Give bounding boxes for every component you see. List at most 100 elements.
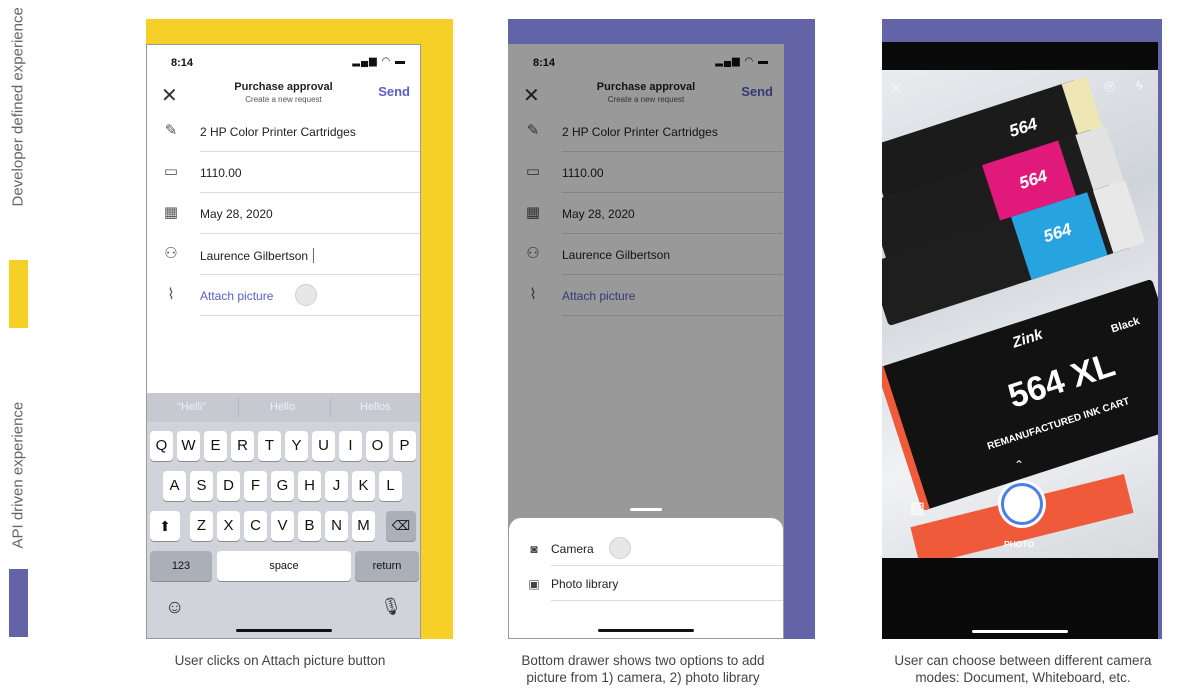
form-header: ✕ Purchase approval Create a new request… — [147, 79, 420, 109]
bottom-drawer: ◙ Camera ▣ Photo library — [509, 508, 783, 638]
space-key[interactable]: space — [217, 551, 351, 581]
flash-icon[interactable]: ϟ — [1136, 78, 1143, 93]
drawer-grabber[interactable] — [630, 508, 662, 511]
tap-indicator — [295, 284, 317, 306]
developer-experience-label: Developer defined experience — [9, 7, 27, 207]
mode-document[interactable]: DOCUMENT — [1049, 539, 1098, 549]
shutter-button[interactable] — [1001, 483, 1043, 525]
camera-screen: 564 564 564 Zink 564 XL Black REMANUFACT… — [882, 42, 1158, 639]
photo-library-icon: ▣ — [528, 577, 540, 591]
key-a[interactable]: A — [163, 471, 186, 501]
gallery-icon[interactable]: ▨ — [910, 498, 925, 518]
suggestion-item[interactable]: Hellos — [360, 401, 391, 413]
caption-2-line-2: picture from 1) camera, 2) photo library — [526, 670, 760, 685]
shift-key[interactable]: ⬆ — [150, 511, 180, 541]
key-d[interactable]: D — [217, 471, 240, 501]
cartridge-label: 564 — [1006, 114, 1040, 141]
key-l[interactable]: L — [379, 471, 402, 501]
camera-switch-icon[interactable]: ◎ — [1104, 78, 1115, 94]
people-icon: ⚇ — [164, 245, 178, 262]
caption-3: User can choose between different camera… — [862, 652, 1184, 686]
attach-picture-button[interactable]: Attach picture — [200, 289, 273, 303]
key-x[interactable]: X — [217, 511, 240, 541]
key-s[interactable]: S — [190, 471, 213, 501]
chevron-up-icon[interactable]: ⌃ — [1014, 458, 1024, 472]
caption-1-text: User clicks on Attach picture button — [174, 653, 386, 668]
key-p[interactable]: P — [393, 431, 416, 461]
suggestion-item[interactable]: "Helli" — [177, 401, 206, 413]
field-attach[interactable]: ⌇ Attach picture — [147, 275, 420, 316]
microphone-icon[interactable]: 🎙 — [380, 597, 402, 617]
key-q[interactable]: Q — [150, 431, 173, 461]
home-indicator — [972, 630, 1068, 633]
numbers-key[interactable]: 123 — [150, 551, 212, 581]
paperclip-icon: ⌇ — [167, 286, 175, 303]
product-line-label: REMANUFACTURED INK CART — [986, 396, 1132, 453]
key-b[interactable]: B — [298, 511, 321, 541]
key-m[interactable]: M — [352, 511, 375, 541]
home-indicator — [235, 629, 332, 632]
phone-1-form: 8:14 ▂▄▆ ◠ ▬ ✕ Purchase approval Create … — [146, 44, 421, 639]
backspace-icon: ⌫ — [391, 518, 411, 533]
field-amount[interactable]: ▭ 1110.00 — [147, 152, 420, 193]
keyboard: "Helli" Hello Hellos Q W E R T Y U I O P… — [147, 393, 420, 638]
photo-library-option[interactable]: ▣ Photo library — [509, 567, 783, 601]
key-h[interactable]: H — [298, 471, 321, 501]
suggestion-bar: "Helli" Hello Hellos — [147, 393, 420, 422]
divider — [551, 565, 783, 566]
divider — [551, 600, 783, 601]
close-icon[interactable]: ✕ — [890, 80, 902, 97]
status-bar: 8:14 ▂▄▆ ◠ ▬ — [147, 45, 420, 75]
key-n[interactable]: N — [325, 511, 348, 541]
camera-option[interactable]: ◙ Camera — [509, 532, 783, 566]
emoji-icon[interactable]: ☺ — [165, 597, 184, 619]
key-c[interactable]: C — [244, 511, 267, 541]
slide: Developer defined experience API driven … — [0, 0, 1200, 699]
approver-field-value: Laurence Gilbertson — [200, 249, 309, 263]
key-w[interactable]: W — [177, 431, 200, 461]
mode-whiteboard[interactable]: WHITEBO — [1116, 539, 1156, 549]
return-key[interactable]: return — [355, 551, 419, 581]
key-t[interactable]: T — [258, 431, 281, 461]
caption-2: Bottom drawer shows two options to add p… — [482, 652, 804, 686]
send-button[interactable]: Send — [378, 84, 410, 99]
caption-2-line-1: Bottom drawer shows two options to add — [521, 653, 765, 668]
field-item[interactable]: ✎ 2 HP Color Printer Cartridges — [147, 111, 420, 152]
key-f[interactable]: F — [244, 471, 267, 501]
suggestion-item[interactable]: Hello — [270, 401, 295, 413]
key-e[interactable]: E — [204, 431, 227, 461]
photo-library-option-label: Photo library — [551, 577, 619, 591]
key-i[interactable]: I — [339, 431, 362, 461]
key-z[interactable]: Z — [190, 511, 213, 541]
color-name-label: Black — [1109, 315, 1142, 336]
field-date[interactable]: ▦ May 28, 2020 — [147, 193, 420, 234]
key-r[interactable]: R — [231, 431, 254, 461]
item-field-value: 2 HP Color Printer Cartridges — [200, 125, 356, 139]
api-color-bar — [9, 569, 28, 637]
key-v[interactable]: V — [271, 511, 294, 541]
backspace-key[interactable]: ⌫ — [386, 511, 416, 541]
key-g[interactable]: G — [271, 471, 294, 501]
calendar-icon: ▦ — [163, 204, 179, 221]
divider — [200, 315, 420, 316]
divider — [330, 398, 331, 417]
key-u[interactable]: U — [312, 431, 335, 461]
camera-option-label: Camera — [551, 542, 594, 556]
approver-field[interactable]: Laurence Gilbertson — [200, 248, 315, 263]
pencil-icon: ✎ — [164, 122, 178, 139]
key-j[interactable]: J — [325, 471, 348, 501]
mode-photo[interactable]: PHOTO — [1004, 539, 1034, 549]
key-y[interactable]: Y — [285, 431, 308, 461]
field-approver[interactable]: ⚇ Laurence Gilbertson — [147, 234, 420, 275]
key-k[interactable]: K — [352, 471, 375, 501]
api-experience-label: API driven experience — [9, 401, 27, 549]
caption-1: User clicks on Attach picture button — [146, 652, 414, 669]
signal-wifi-battery-icon: ▂▄▆ ◠ ▬ — [352, 56, 406, 67]
divider — [238, 398, 239, 417]
developer-color-bar — [9, 260, 28, 328]
money-icon: ▭ — [163, 163, 179, 180]
caption-3-line-2: modes: Document, Whiteboard, etc. — [915, 670, 1131, 685]
amount-field-value: 1110.00 — [200, 166, 242, 180]
caption-3-line-1: User can choose between different camera — [894, 653, 1152, 668]
key-o[interactable]: O — [366, 431, 389, 461]
